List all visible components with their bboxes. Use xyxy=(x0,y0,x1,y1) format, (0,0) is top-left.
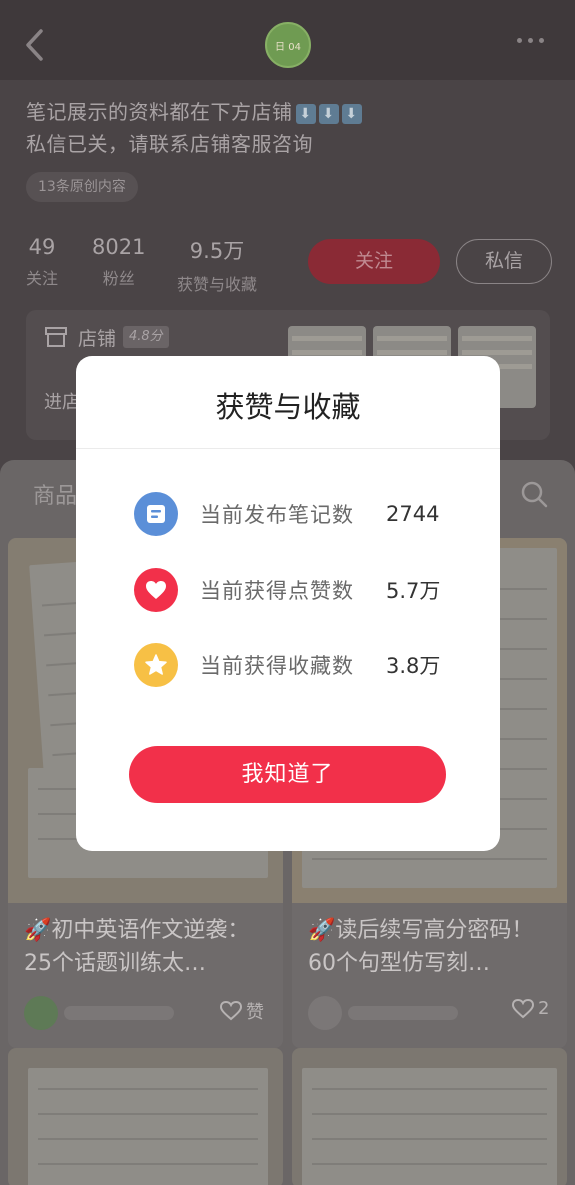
note-icon xyxy=(134,492,178,536)
avatar[interactable]: 日 04 xyxy=(265,22,311,68)
heart-outline-icon xyxy=(512,998,534,1018)
stat-value: 8021 xyxy=(92,235,146,259)
heart-outline-icon xyxy=(220,1001,242,1021)
like-button[interactable]: 赞 xyxy=(220,998,264,1024)
down-arrow-icon: ⬇ xyxy=(295,104,316,124)
like-button[interactable]: 2 xyxy=(512,998,549,1019)
bio-text-1: 笔记展示的资料都在下方店铺 xyxy=(26,100,293,124)
store-score: 4.8分 xyxy=(123,326,169,348)
bio-line-1: 笔记展示的资料都在下方店铺 ⬇ ⬇ ⬇ xyxy=(26,96,362,125)
stat-value: 49 xyxy=(28,235,56,259)
original-content-tag[interactable]: 13条原创内容 xyxy=(26,172,138,202)
modal-divider xyxy=(76,448,500,449)
more-icon[interactable] xyxy=(517,38,544,43)
stat-followers[interactable]: 8021 粉丝 xyxy=(92,235,145,289)
down-arrow-icon: ⬇ xyxy=(318,104,339,124)
heart-icon xyxy=(134,568,178,612)
avatar-text: 日 04 xyxy=(275,41,301,53)
product-card[interactable] xyxy=(292,1048,567,1185)
author-name-placeholder xyxy=(348,1006,458,1020)
stat-label: 关注 xyxy=(26,269,59,288)
stat-label: 粉丝 xyxy=(102,269,135,288)
author-avatar xyxy=(24,996,58,1030)
author-name-placeholder xyxy=(64,1006,174,1020)
like-count: 赞 xyxy=(246,1002,264,1023)
got-it-button[interactable]: 我知道了 xyxy=(129,746,446,803)
stat-label: 当前获得点赞数 xyxy=(200,579,354,603)
stat-value: 5.7万 xyxy=(386,579,441,603)
stat-following[interactable]: 49 关注 xyxy=(26,235,58,289)
top-bar: 日 04 xyxy=(0,0,575,80)
enter-store-link[interactable]: 进店 xyxy=(44,388,80,414)
bio-line-2: 私信已关，请联系店铺客服咨询 xyxy=(26,132,313,156)
like-count: 2 xyxy=(538,998,550,1019)
likes-collects-modal: 获赞与收藏 当前发布笔记数 2744 当前获得点赞数 5.7万 当前获得收藏数 xyxy=(76,356,500,851)
collects-count-row: 当前获得收藏数 3.8万 xyxy=(134,641,474,689)
stat-value: 3.8万 xyxy=(386,654,441,678)
message-button[interactable]: 私信 xyxy=(456,239,552,284)
down-arrow-icon: ⬇ xyxy=(341,104,362,124)
star-icon xyxy=(134,643,178,687)
store-icon xyxy=(45,327,67,347)
product-title: 🚀读后续写高分密码！60个句型仿写刻… xyxy=(308,918,534,976)
search-icon[interactable] xyxy=(520,480,548,508)
stat-value: 9.5万 xyxy=(189,239,245,263)
modal-title: 获赞与收藏 xyxy=(215,390,361,424)
stat-value: 2744 xyxy=(386,502,440,526)
stat-label: 当前发布笔记数 xyxy=(200,503,354,527)
author-avatar xyxy=(308,996,342,1030)
product-card[interactable] xyxy=(8,1048,283,1185)
stat-likes-collects[interactable]: 9.5万 获赞与收藏 xyxy=(177,235,257,295)
stat-label: 获赞与收藏 xyxy=(177,275,258,294)
stat-label: 当前获得收藏数 xyxy=(200,654,354,678)
notes-count-row: 当前发布笔记数 2744 xyxy=(134,490,474,538)
back-icon[interactable] xyxy=(22,28,48,62)
likes-count-row: 当前获得点赞数 5.7万 xyxy=(134,566,474,614)
store-label: 店铺 xyxy=(78,328,117,350)
product-title: 🚀初中英语作文逆袭：25个话题训练太… xyxy=(24,918,250,976)
follow-button[interactable]: 关注 xyxy=(308,239,440,284)
tab-goods[interactable]: 商品 xyxy=(33,478,77,510)
